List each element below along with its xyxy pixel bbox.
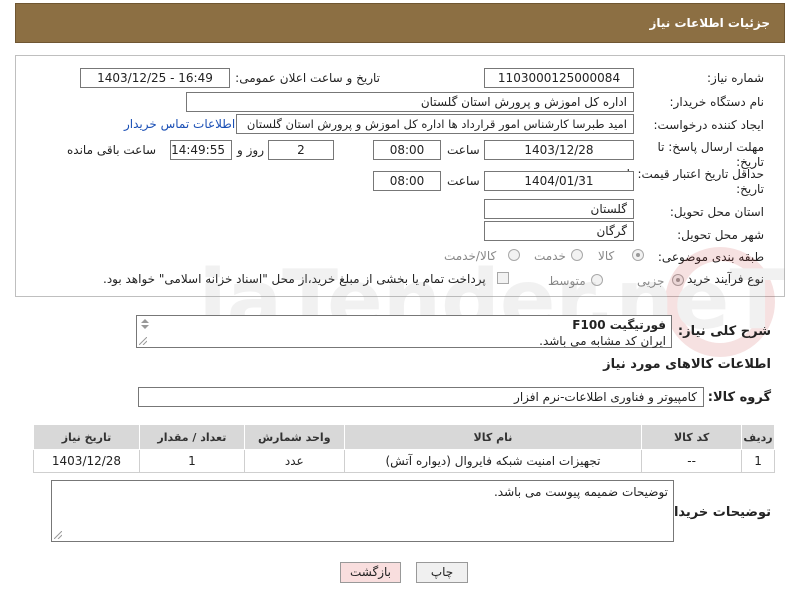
- announce-label: تاریخ و ساعت اعلان عمومی:: [235, 71, 380, 85]
- city-label: شهر محل تحویل:: [677, 228, 764, 242]
- process-minor-label: جزیی: [637, 274, 665, 288]
- buyer-contact-link[interactable]: اطلاعات تماس خریدار: [124, 117, 235, 131]
- validity-label: حداقل تاریخ اعتبار قیمت: تا: [626, 167, 764, 181]
- goods-group-field: کامپیوتر و فناوری اطلاعات-نرم افزار: [138, 387, 704, 407]
- page-title: جزئیات اطلاعات نیاز: [649, 16, 770, 30]
- goods-group-label: گروه کالا:: [707, 390, 771, 405]
- reply-deadline-label: مهلت ارسال پاسخ: تا: [657, 140, 764, 154]
- table-row: 1 -- تجهیزات امنیت شبکه فایروال (دیواره …: [33, 449, 775, 473]
- category-label: طبقه بندی موضوعی:: [657, 250, 764, 264]
- back-button[interactable]: بازگشت: [340, 562, 401, 583]
- category-service-label: خدمت: [534, 249, 566, 263]
- validity-date-label: تاریخ:: [736, 182, 764, 196]
- process-medium-radio[interactable]: [591, 274, 603, 286]
- remaining-time-field: 14:49:55: [170, 140, 232, 160]
- need-number-field: 1103000125000084: [484, 68, 634, 88]
- col-name: نام کالا: [343, 424, 643, 450]
- category-service-radio[interactable]: [571, 249, 583, 261]
- goods-table-header: ردیف کد کالا نام کالا واحد شمارش تعداد /…: [33, 424, 775, 450]
- cell-row: 1: [741, 449, 775, 473]
- description-line-1: فورتیگیت F100: [572, 318, 666, 332]
- city-field: گرگان: [484, 221, 634, 241]
- page-header: جزئیات اطلاعات نیاز: [15, 3, 785, 43]
- buyer-notes-textarea[interactable]: توضیحات ضمیمه پیوست می باشد.: [51, 480, 674, 542]
- category-goods-service-radio[interactable]: [508, 249, 520, 261]
- announce-field: 1403/12/25 - 16:49: [80, 68, 230, 88]
- description-textarea[interactable]: فورتیگیت F100 ایران کد مشابه می باشد.: [136, 315, 672, 348]
- days-field: 2: [268, 140, 334, 160]
- col-code: کد کالا: [641, 424, 743, 450]
- cell-name: تجهیزات امنیت شبکه فایروال (دیواره آتش): [343, 449, 643, 473]
- col-qty: تعداد / مقدار: [138, 424, 245, 450]
- days-label: روز و: [237, 143, 264, 157]
- description-label: شرح کلی نیاز:: [677, 324, 771, 339]
- reply-time-label: ساعت: [447, 143, 480, 157]
- treasury-payment-checkbox[interactable]: [497, 272, 509, 284]
- buyer-notes-text: توضیحات ضمیمه پیوست می باشد.: [493, 485, 668, 499]
- province-field: گلستان: [484, 199, 634, 219]
- cell-qty: 1: [138, 449, 245, 473]
- buyer-notes-label: توضیحات خریدار:: [661, 505, 771, 520]
- creator-label: ایجاد کننده درخواست:: [653, 118, 764, 132]
- process-minor-radio[interactable]: [672, 274, 684, 286]
- need-number-label: شماره نیاز:: [707, 71, 764, 85]
- col-row: ردیف: [741, 424, 775, 450]
- province-label: استان محل تحویل:: [669, 205, 764, 219]
- cell-date: 1403/12/28: [33, 449, 140, 473]
- process-medium-label: متوسط: [548, 274, 586, 288]
- category-goods-service-label: کالا/خدمت: [444, 249, 497, 263]
- reply-date-field: 1403/12/28: [484, 140, 634, 160]
- category-goods-radio[interactable]: [632, 249, 644, 261]
- category-goods-label: کالا: [598, 249, 615, 263]
- process-label: نوع فرآیند خرید :: [679, 272, 764, 286]
- creator-field: امید طبرسا کارشناس امور قرارداد ها اداره…: [236, 114, 634, 134]
- cell-code: --: [641, 449, 743, 473]
- resize-grip-icon[interactable]: [139, 337, 147, 345]
- buyer-org-field: اداره کل اموزش و پرورش استان گلستان: [186, 92, 634, 112]
- cell-unit: عدد: [243, 449, 345, 473]
- scroll-arrows-icon[interactable]: [140, 318, 150, 330]
- description-line-2: ایران کد مشابه می باشد.: [539, 334, 666, 348]
- reply-time-field: 08:00: [373, 140, 441, 160]
- remaining-label: ساعت باقی مانده: [67, 143, 157, 157]
- col-unit: واحد شمارش: [243, 424, 345, 450]
- col-date: تاریخ نیاز: [33, 424, 140, 450]
- validity-time-field: 08:00: [373, 171, 441, 191]
- resize-grip-icon[interactable]: [54, 531, 62, 539]
- validity-date-field: 1404/01/31: [484, 171, 634, 191]
- goods-table: ردیف کد کالا نام کالا واحد شمارش تعداد /…: [33, 424, 775, 473]
- validity-time-label: ساعت: [447, 174, 480, 188]
- goods-section-title: اطلاعات کالاهای مورد نیاز: [603, 357, 771, 372]
- buyer-org-label: نام دستگاه خریدار:: [669, 95, 765, 109]
- payment-note: پرداخت تمام یا بخشی از مبلغ خرید،از محل …: [103, 272, 486, 286]
- print-button[interactable]: چاپ: [416, 562, 468, 583]
